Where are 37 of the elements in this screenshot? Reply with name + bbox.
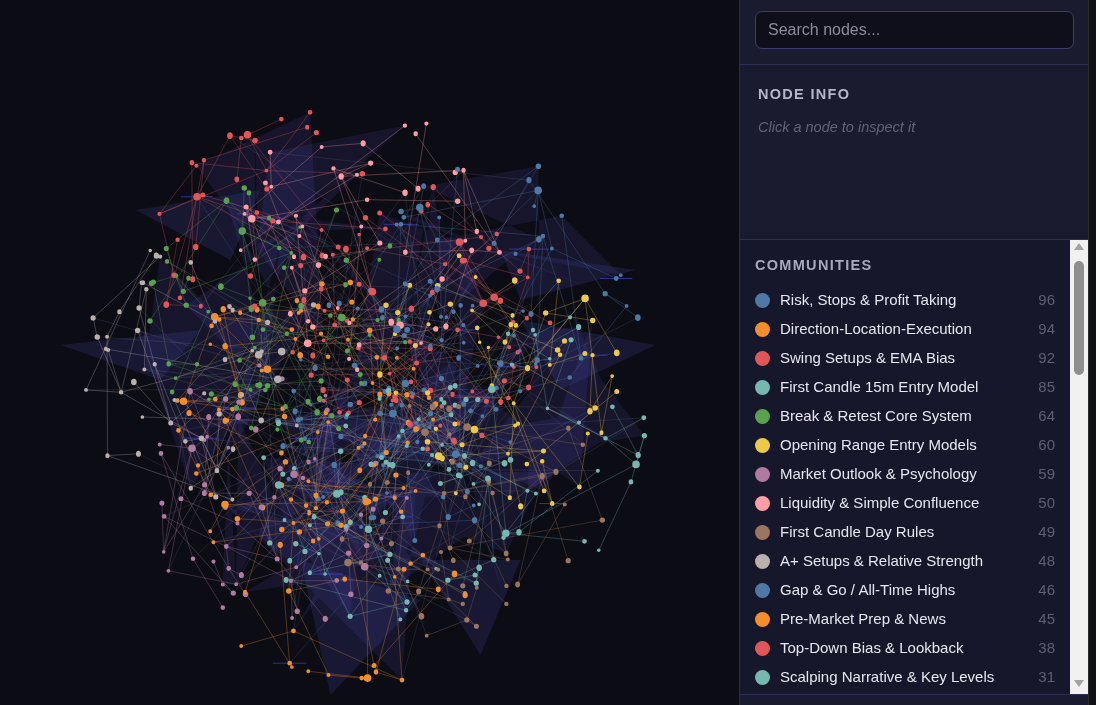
community-name[interactable]: First Candle Day Rules [780, 521, 935, 544]
community-name[interactable]: Opening Range Entry Models [780, 434, 977, 457]
search-field[interactable]: Search nodes... [755, 11, 1074, 49]
community-name[interactable]: Pre-Market Prep & News [780, 608, 946, 631]
node-count: 85 [1038, 377, 1055, 398]
community-name[interactable]: Swing Setups & EMA Bias [780, 347, 956, 370]
community-name[interactable]: Top-Down Bias & Lookback [780, 637, 964, 660]
section-title: NODE INFO [758, 85, 852, 104]
node-count: 60 [1038, 435, 1055, 456]
node-count: 96 [1038, 290, 1055, 311]
community-name[interactable]: Liquidity & Simple Confluence [780, 492, 980, 515]
node-count: 46 [1038, 580, 1055, 601]
scrollbar-thumb[interactable] [1074, 261, 1084, 375]
scrollbar[interactable] [1070, 240, 1088, 694]
community-name[interactable]: First Candle 15m Entry Model [780, 376, 979, 399]
node-count: 31 [1038, 667, 1055, 688]
hint-text: Click a node to inspect it [758, 118, 917, 136]
node-count: 38 [1038, 638, 1055, 659]
node-count: 59 [1038, 464, 1055, 485]
node-count: 64 [1038, 406, 1055, 427]
community-name[interactable]: A+ Setups & Relative Strength [780, 550, 984, 573]
node-count: 50 [1038, 493, 1055, 514]
community-name[interactable]: Risk, Stops & Profit Taking [780, 289, 957, 312]
section-title: COMMUNITIES [755, 256, 874, 275]
community-name[interactable]: Direction-Location-Execution [780, 318, 972, 341]
node-count: 48 [1038, 551, 1055, 572]
community-name[interactable]: Market Outlook & Psychology [780, 463, 977, 486]
community-name[interactable]: Scalping Narrative & Key Levels [780, 666, 995, 689]
node-count: 94 [1038, 319, 1055, 340]
community-name[interactable]: Break & Retest Core System [780, 405, 972, 428]
scroll-down-arrow-icon[interactable] [1074, 680, 1084, 687]
scrollbar-track[interactable] [1088, 0, 1096, 705]
scroll-up-arrow-icon[interactable] [1074, 243, 1084, 250]
node-count: 49 [1038, 522, 1055, 543]
node-count: 45 [1038, 609, 1055, 630]
community-name[interactable]: Gap & Go / All-Time Highs [780, 579, 956, 602]
node-count: 92 [1038, 348, 1055, 369]
